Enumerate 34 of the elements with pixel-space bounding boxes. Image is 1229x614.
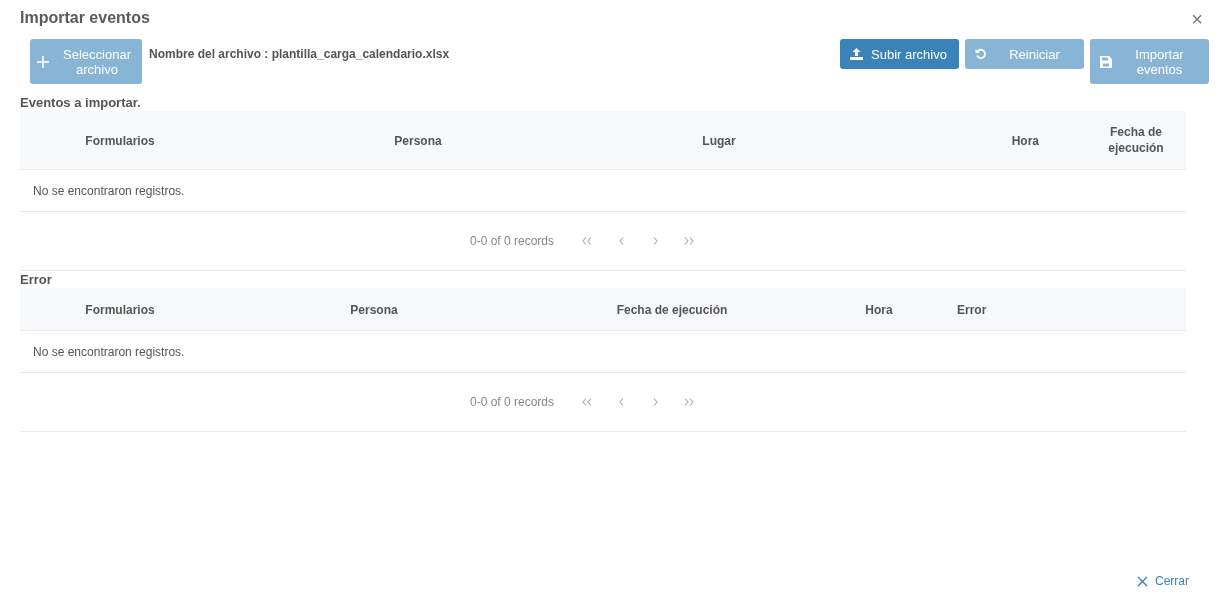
column-header: Error (957, 303, 987, 317)
next-page-icon[interactable] (652, 398, 658, 406)
close-icon[interactable]: × (1191, 10, 1203, 28)
empty-message: No se encontraron registros. (33, 183, 185, 198)
column-header: Hora (1011, 133, 1039, 149)
last-page-icon[interactable] (684, 237, 694, 245)
previous-page-icon[interactable] (618, 398, 624, 406)
previous-page-icon[interactable] (618, 237, 624, 245)
next-page-icon[interactable] (652, 237, 658, 245)
column-header: Persona (350, 302, 398, 318)
empty-message: No se encontraron registros. (33, 344, 185, 359)
column-header: Hora (865, 302, 893, 318)
column-header: Formularios (85, 133, 155, 149)
close-icon (1137, 575, 1148, 587)
last-page-icon[interactable] (684, 398, 694, 406)
save-icon (1100, 55, 1112, 68)
file-name-label: Nombre del archivo : plantilla_carga_calendario.xlsx (149, 47, 451, 61)
section-title: Error (20, 271, 53, 288)
pagination-summary: 0-0 of 0 records (469, 234, 554, 248)
upload-file-button[interactable]: Subir archivo (840, 39, 959, 69)
column-header: Lugar (702, 133, 736, 149)
first-page-icon[interactable] (582, 398, 592, 406)
close-button[interactable]: Cerrar (1137, 574, 1189, 588)
column-header: Persona (394, 133, 442, 149)
plus-icon (36, 54, 50, 69)
column-header: Fecha de ejecución (616, 302, 728, 318)
first-page-icon[interactable] (582, 237, 592, 245)
section-title: Eventos a importar. (20, 94, 142, 111)
column-header: Formularios (85, 302, 155, 318)
upload-icon (850, 48, 863, 60)
dialog-title: Importar eventos (20, 8, 150, 28)
column-header: Fecha de ejecución (1107, 124, 1165, 156)
pagination-summary: 0-0 of 0 records (469, 395, 554, 409)
undo-icon (975, 48, 987, 60)
